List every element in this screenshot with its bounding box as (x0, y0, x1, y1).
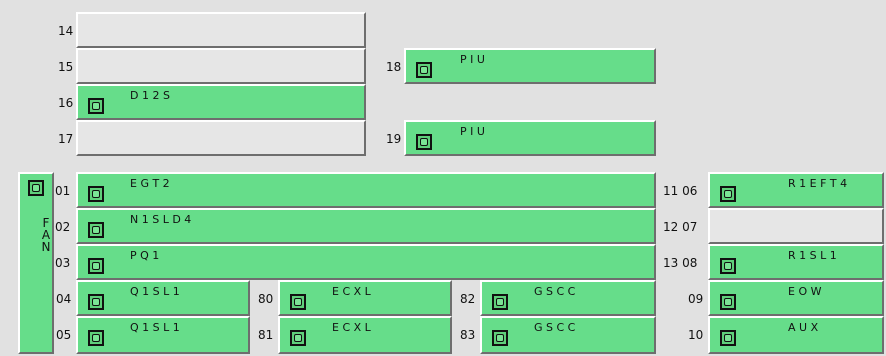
fan-status-led-icon[interactable] (28, 180, 44, 196)
card-label: E C X L (332, 285, 371, 298)
slot-number: 03 (55, 256, 71, 270)
slot-number: 15 (58, 60, 74, 74)
card-label: G S C C (534, 321, 576, 334)
slot-82[interactable]: G S C C (480, 280, 656, 316)
card-label: Q 1 S L 1 (130, 321, 180, 334)
slot-number: 13 08 (663, 256, 698, 270)
slot-18-piu[interactable]: P I U (404, 48, 656, 84)
slot-number: 81 (258, 328, 274, 342)
slot-13-08[interactable]: R 1 S L 1 (708, 244, 884, 280)
slot-number: 10 (688, 328, 704, 342)
card-label: Q 1 S L 1 (130, 285, 180, 298)
slot-15[interactable] (76, 48, 366, 84)
slot-05[interactable]: Q 1 S L 1 (76, 316, 250, 354)
card-label: A U X (788, 321, 819, 334)
status-led-icon[interactable] (720, 186, 736, 202)
status-led-icon[interactable] (88, 98, 104, 114)
slot-19-piu[interactable]: P I U (404, 120, 656, 156)
status-led-icon[interactable] (290, 330, 306, 346)
slot-11-06[interactable]: R 1 E F T 4 (708, 172, 884, 208)
status-led-icon[interactable] (290, 294, 306, 310)
slot-number: 19 (386, 132, 402, 146)
slot-14[interactable] (76, 12, 366, 48)
card-label: P I U (460, 53, 485, 66)
slot-number: 02 (55, 220, 71, 234)
fan-letter: N (41, 240, 51, 254)
slot-03[interactable]: P Q 1 (76, 244, 656, 280)
slot-number: 14 (58, 24, 74, 38)
card-label: E O W (788, 285, 822, 298)
card-label: R 1 S L 1 (788, 249, 837, 262)
slot-04[interactable]: Q 1 S L 1 (76, 280, 250, 316)
status-led-icon[interactable] (720, 258, 736, 274)
shelf-view: 14 15 16 D 1 2 S 17 18 P I U 19 P I U F … (0, 0, 886, 356)
card-label: N 1 S L D 4 (130, 213, 192, 226)
card-label: E C X L (332, 321, 371, 334)
slot-number: 04 (56, 292, 72, 306)
card-label: D 1 2 S (130, 89, 170, 102)
status-led-icon[interactable] (492, 330, 508, 346)
status-led-icon[interactable] (720, 330, 736, 346)
status-led-icon[interactable] (88, 294, 104, 310)
slot-number: 09 (688, 292, 704, 306)
fan-unit[interactable]: F A N (18, 172, 54, 354)
card-label: P Q 1 (130, 249, 160, 262)
slot-number: 17 (58, 132, 74, 146)
slot-number: 11 06 (663, 184, 698, 198)
slot-number: 01 (55, 184, 71, 198)
slot-number: 83 (460, 328, 476, 342)
slot-10[interactable]: A U X (708, 316, 884, 354)
slot-number: 12 07 (663, 220, 698, 234)
slot-number: 05 (56, 328, 72, 342)
status-led-icon[interactable] (416, 134, 432, 150)
slot-09[interactable]: E O W (708, 280, 884, 316)
status-led-icon[interactable] (88, 186, 104, 202)
slot-02[interactable]: N 1 S L D 4 (76, 208, 656, 244)
card-label: R 1 E F T 4 (788, 177, 848, 190)
card-label: G S C C (534, 285, 576, 298)
status-led-icon[interactable] (416, 62, 432, 78)
status-led-icon[interactable] (492, 294, 508, 310)
card-label: E G T 2 (130, 177, 170, 190)
slot-17[interactable] (76, 120, 366, 156)
status-led-icon[interactable] (720, 294, 736, 310)
status-led-icon[interactable] (88, 222, 104, 238)
slot-01[interactable]: E G T 2 (76, 172, 656, 208)
slot-number: 18 (386, 60, 402, 74)
status-led-icon[interactable] (88, 330, 104, 346)
slot-81[interactable]: E C X L (278, 316, 452, 354)
slot-80[interactable]: E C X L (278, 280, 452, 316)
slot-83[interactable]: G S C C (480, 316, 656, 354)
card-label: P I U (460, 125, 485, 138)
status-led-icon[interactable] (88, 258, 104, 274)
slot-16[interactable]: D 1 2 S (76, 84, 366, 120)
slot-number: 82 (460, 292, 476, 306)
slot-12-07[interactable] (708, 208, 884, 244)
slot-number: 16 (58, 96, 74, 110)
slot-number: 80 (258, 292, 274, 306)
